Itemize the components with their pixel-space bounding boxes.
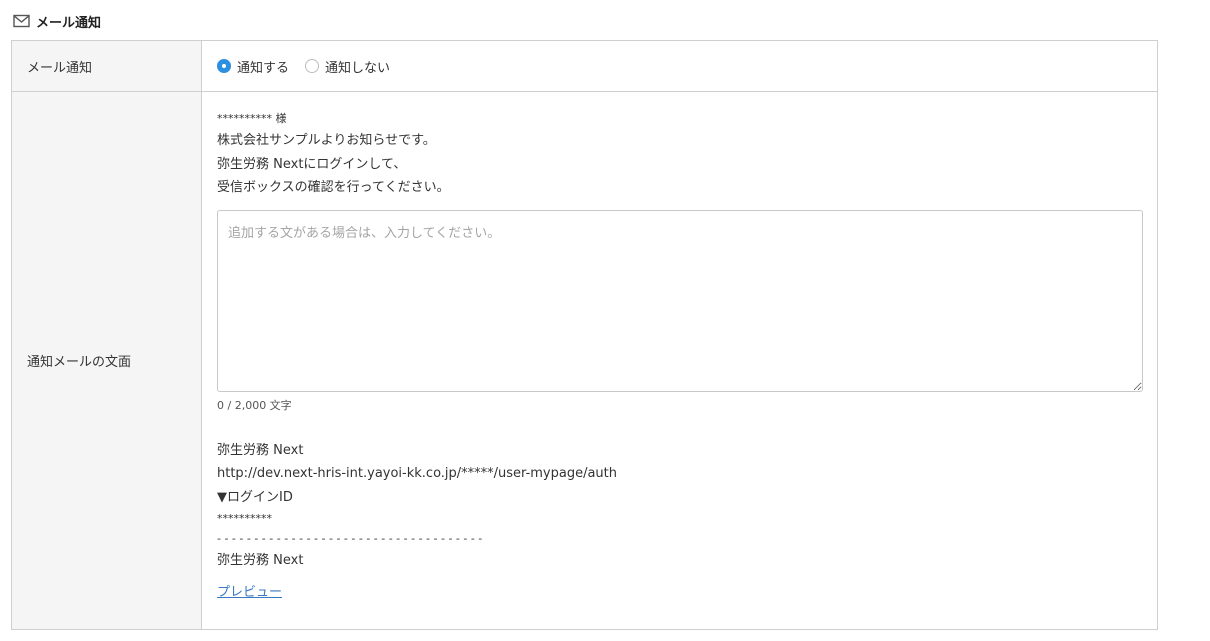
mail-footer: 弥生労務 Next http://dev.next-hris-int.yayoi…: [217, 439, 1143, 573]
section-title: メール通知: [36, 15, 102, 31]
mail-notify-row: メール通知 通知する 通知しない: [12, 41, 1157, 92]
footer-line: ▼ログインID: [217, 489, 293, 505]
footer-url: http://dev.next-hris-int.yayoi-kk.co.jp/…: [217, 466, 618, 481]
mail-notify-options: 通知する 通知しない: [202, 41, 1157, 91]
greeting-line: 弥生労務 Nextにログインして、: [217, 156, 407, 172]
radio-notify-off[interactable]: 通知しない: [305, 57, 390, 76]
radio-checked-icon[interactable]: [217, 59, 231, 73]
mail-settings-table: メール通知 通知する 通知しない 通知メールの文面 ********** 様 株…: [11, 40, 1158, 630]
section-header: メール通知: [13, 12, 102, 31]
mail-notify-label: メール通知: [12, 41, 202, 91]
preview-link[interactable]: プレビュー: [217, 581, 282, 600]
footer-line: 弥生労務 Next: [217, 553, 304, 568]
additional-message-textarea[interactable]: [217, 209, 1143, 392]
mail-body-content: ********** 様 株式会社サンプルよりお知らせです。 弥生労務 Next…: [202, 92, 1158, 629]
footer-line: 弥生労務 Next: [217, 442, 304, 458]
mail-body-row: 通知メールの文面 ********** 様 株式会社サンプルよりお知らせです。 …: [12, 92, 1157, 629]
mail-body-label: 通知メールの文面: [12, 92, 202, 629]
mail-icon: [13, 14, 30, 28]
greeting-line: 受信ボックスの確認を行ってください。: [217, 180, 450, 195]
greeting-line: 株式会社サンプルよりお知らせです。: [217, 133, 436, 148]
footer-divider: - - - - - - - - - - - - - - - - - - - - …: [217, 532, 483, 545]
character-counter: 0 / 2,000 文字: [217, 398, 292, 412]
radio-notify-off-label[interactable]: 通知しない: [325, 57, 390, 76]
greeting-line: ********** 様: [217, 112, 287, 125]
radio-notify-on[interactable]: 通知する: [217, 57, 289, 76]
footer-line: **********: [217, 512, 272, 525]
radio-notify-on-label[interactable]: 通知する: [237, 57, 289, 76]
radio-unchecked-icon[interactable]: [305, 59, 320, 73]
